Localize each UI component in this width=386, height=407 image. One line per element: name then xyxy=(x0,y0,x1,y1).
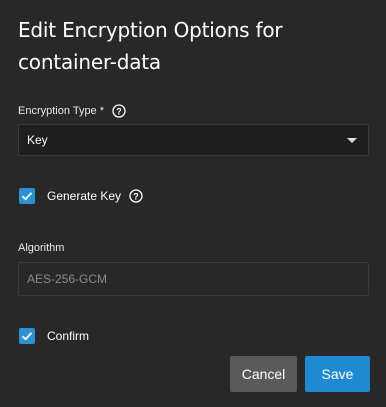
confirm-label: Confirm xyxy=(47,329,90,343)
generate-key-checkbox[interactable] xyxy=(19,188,35,204)
dialog-title: Edit Encryption Options for container-da… xyxy=(18,18,283,74)
help-circle-icon[interactable]: ? xyxy=(112,104,126,118)
generate-key-row[interactable]: Generate Key ? xyxy=(19,188,143,204)
edit-encryption-dialog: Edit Encryption Options for container-da… xyxy=(0,0,386,407)
confirm-checkbox[interactable] xyxy=(19,328,35,344)
generate-key-label: Generate Key xyxy=(47,189,122,203)
checkmark-icon xyxy=(21,192,33,201)
algorithm-placeholder: AES-256-GCM xyxy=(27,272,108,286)
checkmark-icon xyxy=(21,332,33,341)
cancel-button[interactable]: Cancel xyxy=(230,356,297,392)
encryption-type-label: Encryption Type * xyxy=(18,105,105,117)
encryption-type-label-row: Encryption Type * ? xyxy=(18,104,126,118)
algorithm-label: Algorithm xyxy=(18,242,65,254)
svg-text:?: ? xyxy=(133,191,139,201)
encryption-type-value: Key xyxy=(27,133,48,147)
svg-text:?: ? xyxy=(116,106,122,116)
confirm-row[interactable]: Confirm xyxy=(19,328,89,344)
dropdown-arrow-icon xyxy=(347,138,357,143)
encryption-type-select[interactable]: Key xyxy=(18,124,369,156)
algorithm-input[interactable]: AES-256-GCM xyxy=(18,262,369,296)
save-button[interactable]: Save xyxy=(305,356,370,392)
help-circle-icon[interactable]: ? xyxy=(129,189,143,203)
